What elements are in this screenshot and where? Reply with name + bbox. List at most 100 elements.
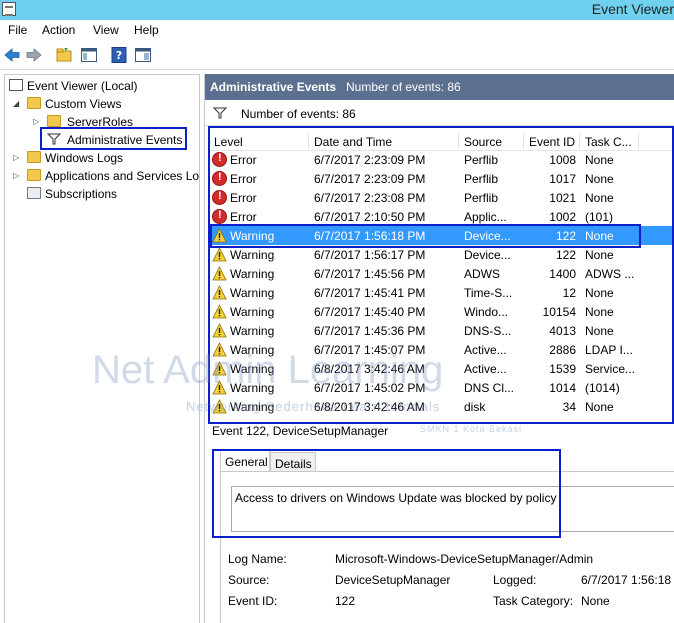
tree-item-event-viewer-local[interactable]: Event Viewer (Local) [9, 77, 199, 95]
table-row[interactable]: Warning 6/7/2017 1:45:56 PM ADWS 1400 ADWS .… [208, 264, 674, 283]
event-id-cell: 122 [555, 229, 576, 243]
title-bar: Event Viewer [0, 0, 674, 20]
table-row[interactable]: Error 6/7/2017 2:10:50 PM Applic... 1002 (10… [208, 207, 674, 226]
tree-item-applications-and-services[interactable]: Applications and Services Lo [27, 167, 199, 185]
help-icon[interactable]: ? [110, 46, 128, 64]
column-header-level[interactable]: Level [214, 135, 243, 149]
level-cell: Warning [230, 400, 275, 414]
event-details-title: Event 122, DeviceSetupManager [212, 424, 389, 438]
menu-help[interactable]: Help [134, 23, 159, 37]
open-folder-icon[interactable] [55, 46, 73, 64]
column-header-source[interactable]: Source [464, 135, 502, 149]
event-id-cell: 122 [555, 248, 576, 262]
tree-item-custom-views[interactable]: Custom Views [27, 95, 197, 113]
source-cell: Active... [464, 362, 507, 376]
show-hide-tree-icon[interactable] [80, 46, 98, 64]
tree-item-administrative-events[interactable]: Administrative Events [46, 131, 197, 149]
menu-action[interactable]: Action [42, 23, 75, 37]
pane-event-count: Number of events: 86 [346, 80, 461, 94]
action-pane-icon[interactable] [134, 46, 152, 64]
table-row[interactable]: Warning 6/7/2017 1:56:17 PM Device... 122 No… [208, 245, 674, 264]
expand-arrow-icon[interactable]: ▷ [13, 153, 19, 162]
error-icon [212, 190, 227, 205]
task-category-cell: None [585, 286, 614, 300]
date-cell: 6/8/2017 3:42:46 AM [314, 362, 425, 376]
tree-item-windows-logs[interactable]: Windows Logs [27, 149, 197, 167]
column-header-date[interactable]: Date and Time [314, 135, 392, 149]
task-category-cell: LDAP I... [585, 343, 633, 357]
table-row[interactable]: Error 6/7/2017 2:23:09 PM Perflib 1017 None [208, 169, 674, 188]
tree-item-serverroles[interactable]: ServerRoles [47, 113, 197, 131]
level-cell: Warning [230, 248, 275, 262]
level-cell: Warning [230, 324, 275, 338]
task-category-cell: None [585, 229, 614, 243]
level-cell: Error [230, 191, 257, 205]
level-cell: Warning [230, 305, 275, 319]
level-cell: Error [230, 210, 257, 224]
table-row[interactable]: Error 6/7/2017 2:23:09 PM Perflib 1008 None [208, 150, 674, 169]
source-cell: Windo... [464, 305, 509, 319]
main-pane: Administrative Events Number of events: … [204, 74, 674, 623]
menu-file[interactable]: File [8, 23, 27, 37]
task-category-cell: Service... [585, 362, 636, 376]
menu-view[interactable]: View [93, 23, 119, 37]
task-category-cell: None [585, 400, 614, 414]
warning-icon [212, 285, 227, 300]
tab-details[interactable]: Details [270, 452, 316, 472]
filter-bar: Number of events: 86 [205, 100, 674, 126]
warning-icon [212, 304, 227, 319]
table-row[interactable]: Warning 6/7/2017 1:45:36 PM DNS-S... 4013 No… [208, 321, 674, 340]
source-cell: ADWS [464, 267, 500, 281]
column-header-task-category[interactable]: Task C... [585, 135, 632, 149]
table-row[interactable]: Warning 6/7/2017 1:45:41 PM Time-S... 12 Non… [208, 283, 674, 302]
forward-arrow-icon[interactable] [25, 46, 43, 64]
filter-count: Number of events: 86 [241, 107, 356, 121]
events-grid[interactable]: Level Date and Time Source Event ID Task… [208, 127, 674, 423]
menu-bar: File Action View Help [0, 20, 674, 40]
date-cell: 6/7/2017 2:23:08 PM [314, 191, 426, 205]
table-row[interactable]: Warning 6/7/2017 1:45:02 PM DNS Cl... 1014 (… [208, 378, 674, 397]
log-name-label: Log Name: [228, 552, 287, 566]
source-cell: Active... [464, 343, 507, 357]
level-cell: Error [230, 172, 257, 186]
level-cell: Warning [230, 381, 275, 395]
date-cell: 6/7/2017 2:23:09 PM [314, 172, 426, 186]
filter-icon [212, 107, 228, 122]
error-icon [212, 209, 227, 224]
source-label: Source: [228, 573, 270, 587]
collapse-arrow-icon[interactable]: ◢ [13, 99, 19, 108]
task-category-cell: None [585, 324, 614, 338]
table-row[interactable]: Warning 6/8/2017 3:42:46 AM Active... 1539 S… [208, 359, 674, 378]
level-cell: Error [230, 153, 257, 167]
event-message-box[interactable]: Access to drivers on Windows Update was … [231, 486, 674, 532]
tree-item-subscriptions[interactable]: Subscriptions [27, 185, 197, 203]
warning-icon [212, 361, 227, 376]
folder-icon [27, 151, 41, 163]
tab-general[interactable]: General [220, 450, 270, 472]
task-category-cell: None [585, 153, 614, 167]
expand-arrow-icon[interactable]: ▷ [13, 171, 19, 180]
task-category-label: Task Category: [493, 594, 574, 608]
error-icon [212, 171, 227, 186]
event-id-cell: 1008 [549, 153, 576, 167]
table-row[interactable]: Error 6/7/2017 2:23:08 PM Perflib 1021 None [208, 188, 674, 207]
table-row[interactable]: Warning 6/7/2017 1:56:18 PM Device... 122 No… [208, 226, 674, 245]
column-header-event-id[interactable]: Event ID [529, 135, 575, 149]
source-cell: Device... [464, 229, 511, 243]
error-icon [212, 152, 227, 167]
table-row[interactable]: Warning 6/7/2017 1:45:40 PM Windo... 10154 N… [208, 302, 674, 321]
table-row[interactable]: Warning 6/7/2017 1:45:07 PM Active... 2886 L… [208, 340, 674, 359]
event-id-value: 122 [335, 594, 356, 608]
event-id-cell: 1014 [549, 381, 576, 395]
task-category-cell: None [585, 191, 614, 205]
grid-header: Level Date and Time Source Event ID Task… [208, 131, 674, 151]
date-cell: 6/7/2017 1:45:36 PM [314, 324, 426, 338]
back-arrow-icon[interactable] [3, 46, 21, 64]
expand-arrow-icon[interactable]: ▷ [33, 117, 39, 126]
event-id-cell: 1539 [549, 362, 576, 376]
source-cell: Perflib [464, 153, 499, 167]
table-row[interactable]: Warning 6/8/2017 3:42:46 AM disk 34 None [208, 397, 674, 416]
task-category-cell: ADWS ... [585, 267, 635, 281]
window-title: Event Viewer [591, 1, 674, 17]
level-cell: Warning [230, 286, 275, 300]
